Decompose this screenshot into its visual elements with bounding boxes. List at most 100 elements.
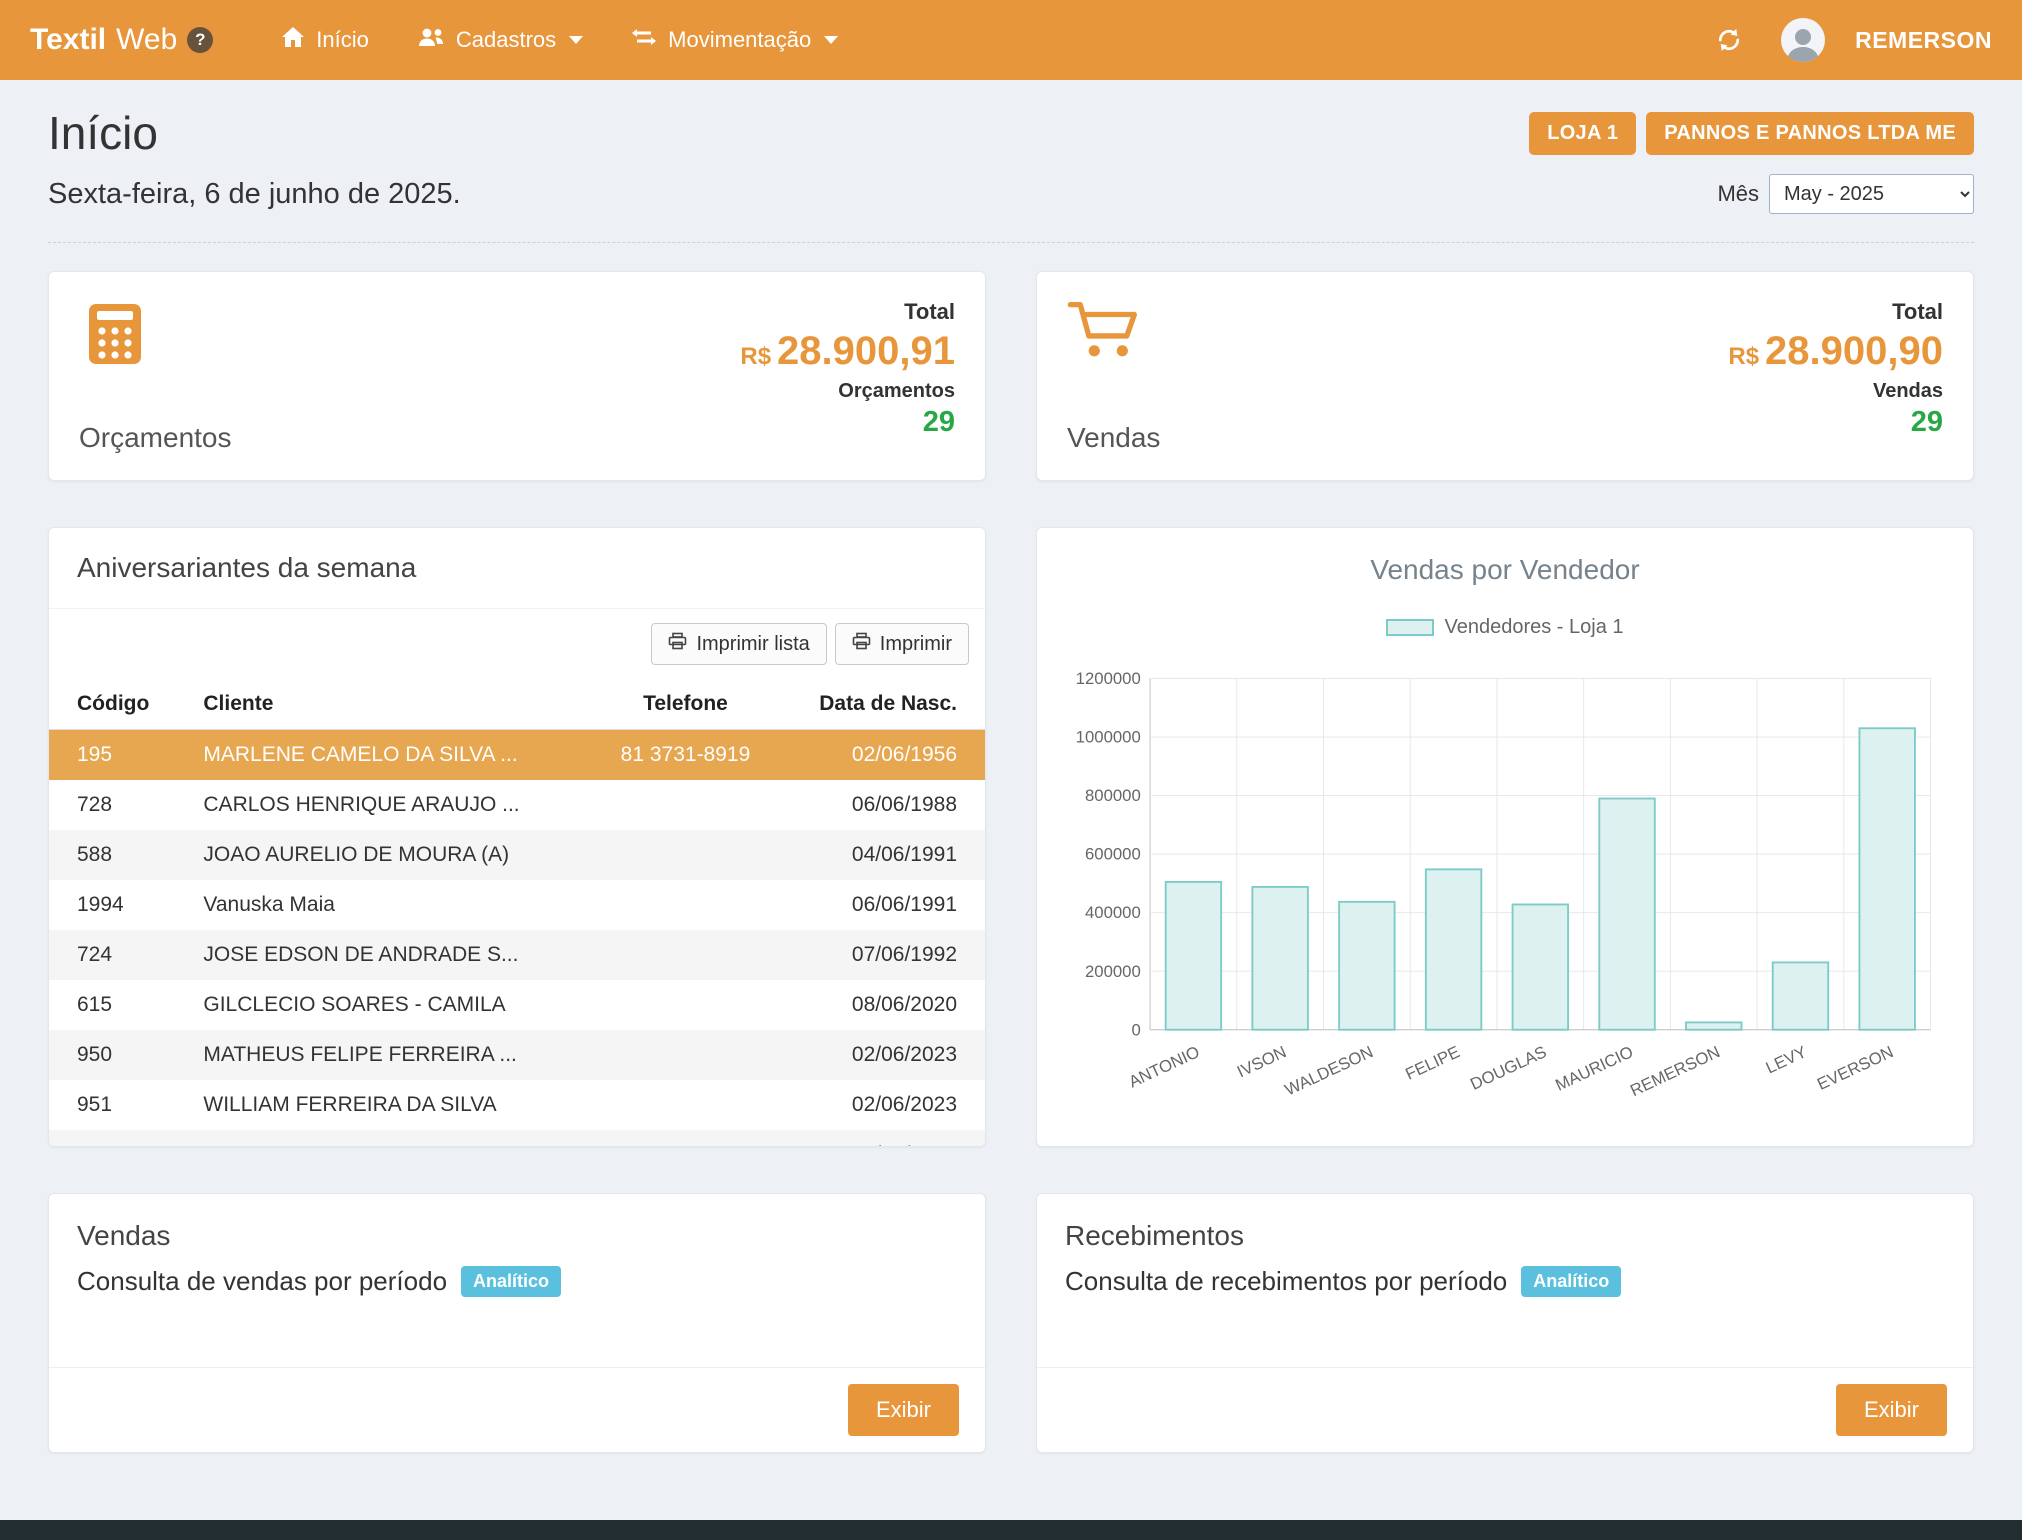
cell-cliente: CARLOS HENRIQUE ARAUJO ... bbox=[189, 780, 582, 830]
cell-nascimento: 06/06/1991 bbox=[788, 880, 985, 930]
cell-codigo: 724 bbox=[49, 930, 189, 980]
cell-telefone bbox=[583, 1080, 789, 1130]
svg-text:DOUGLAS: DOUGLAS bbox=[1467, 1042, 1549, 1094]
analitico-badge: Analítico bbox=[461, 1266, 561, 1297]
cell-codigo: 728 bbox=[49, 780, 189, 830]
current-date: Sexta-feira, 6 de junho de 2025. bbox=[48, 178, 461, 211]
cell-cliente: MARLENE CAMELO DA SILVA ... bbox=[189, 730, 582, 781]
company-button[interactable]: PANNOS E PANNOS LTDA ME bbox=[1646, 112, 1974, 155]
chart-title: Vendas por Vendedor bbox=[1370, 554, 1639, 586]
chart-card: Vendas por Vendedor Vendedores - Loja 1 … bbox=[1036, 527, 1974, 1147]
cell-telefone: 81 3731-8919 bbox=[583, 730, 789, 781]
cell-nascimento: 04/06/1991 bbox=[788, 830, 985, 880]
refresh-icon[interactable] bbox=[1707, 18, 1751, 62]
help-icon[interactable]: ? bbox=[187, 27, 213, 53]
nav-item-label: Cadastros bbox=[456, 27, 556, 53]
cell-telefone bbox=[583, 830, 789, 880]
cell-telefone bbox=[583, 1030, 789, 1080]
birthdays-table-body: 195 MARLENE CAMELO DA SILVA ... 81 3731-… bbox=[49, 730, 985, 1148]
table-row[interactable]: 950 MATHEUS FELIPE FERREIRA ... 02/06/20… bbox=[49, 1030, 985, 1080]
chevron-down-icon bbox=[569, 36, 583, 44]
table-row[interactable]: 588 JOAO AURELIO DE MOURA (A) 04/06/1991 bbox=[49, 830, 985, 880]
cell-telefone bbox=[583, 930, 789, 980]
table-row[interactable]: 1994 Vanuska Maia 06/06/1991 bbox=[49, 880, 985, 930]
summary-label: Orçamentos bbox=[79, 422, 232, 454]
cell-codigo: 950 bbox=[49, 1030, 189, 1080]
print-list-button[interactable]: Imprimir lista bbox=[651, 623, 826, 665]
cell-codigo: 587 bbox=[49, 1130, 189, 1147]
main-content: Início LOJA 1 PANNOS E PANNOS LTDA ME Se… bbox=[0, 80, 2022, 1483]
count-label: Vendas bbox=[1728, 379, 1943, 404]
col-codigo: Código bbox=[49, 679, 189, 730]
col-cliente: Cliente bbox=[189, 679, 582, 730]
table-row[interactable]: 615 GILCLECIO SOARES - CAMILA 08/06/2020 bbox=[49, 980, 985, 1030]
cell-telefone: 98297-6097 bbox=[583, 1130, 789, 1147]
nav-item-movimentacao[interactable]: Movimentação bbox=[607, 0, 862, 80]
chart-legend: Vendedores - Loja 1 bbox=[1386, 616, 1623, 639]
cell-nascimento: 06/06/1988 bbox=[788, 780, 985, 830]
cell-telefone bbox=[583, 980, 789, 1030]
table-row[interactable]: 724 JOSE EDSON DE ANDRADE S... 07/06/199… bbox=[49, 930, 985, 980]
cell-cliente: Vanuska Maia bbox=[189, 880, 582, 930]
svg-text:EVERSON: EVERSON bbox=[1814, 1042, 1896, 1094]
svg-text:400000: 400000 bbox=[1085, 903, 1141, 922]
cell-cliente: WILLIAM FERREIRA DA SILVA bbox=[189, 1080, 582, 1130]
svg-text:0: 0 bbox=[1131, 1020, 1140, 1039]
nav-item-cadastros[interactable]: Cadastros bbox=[393, 0, 607, 80]
nav-item-label: Movimentação bbox=[668, 27, 811, 53]
legend-swatch bbox=[1386, 619, 1434, 636]
vendas-action-card: Vendas Consulta de vendas por período An… bbox=[48, 1193, 986, 1453]
printer-icon bbox=[852, 632, 871, 656]
page-footer bbox=[0, 1520, 2022, 1540]
navbar-right: REMERSON bbox=[1707, 0, 1992, 80]
brand-bold: Textil bbox=[30, 23, 106, 57]
brand[interactable]: TextilWeb ? bbox=[30, 0, 213, 80]
recebimentos-action-card: Recebimentos Consulta de recebimentos po… bbox=[1036, 1193, 1974, 1453]
birthdays-card: Aniversariantes da semana Imprimir lista… bbox=[48, 527, 986, 1147]
cell-nascimento: 05/06/2023 bbox=[788, 1130, 985, 1147]
table-row[interactable]: 195 MARLENE CAMELO DA SILVA ... 81 3731-… bbox=[49, 730, 985, 781]
count-value: 29 bbox=[740, 404, 955, 440]
birthdays-title: Aniversariantes da semana bbox=[49, 528, 985, 609]
svg-text:200000: 200000 bbox=[1085, 962, 1141, 981]
svg-text:1000000: 1000000 bbox=[1076, 728, 1141, 747]
svg-text:1200000: 1200000 bbox=[1076, 669, 1141, 688]
total-label: Total bbox=[1728, 298, 1943, 326]
cell-cliente: JOSE EDSON DE ANDRADE S... bbox=[189, 930, 582, 980]
svg-text:WALDESON: WALDESON bbox=[1282, 1042, 1376, 1099]
table-row[interactable]: 728 CARLOS HENRIQUE ARAUJO ... 06/06/198… bbox=[49, 780, 985, 830]
birthdays-table: Código Cliente Telefone Data de Nasc. 19… bbox=[49, 679, 985, 1147]
nav-item-inicio[interactable]: Início bbox=[257, 0, 393, 80]
svg-text:LEVY: LEVY bbox=[1763, 1042, 1810, 1077]
user-menu[interactable]: REMERSON bbox=[1855, 27, 1992, 54]
total-label: Total bbox=[740, 298, 955, 326]
card-title: Recebimentos bbox=[1037, 1194, 1973, 1258]
card-title: Vendas bbox=[49, 1194, 985, 1258]
cell-nascimento: 07/06/1992 bbox=[788, 930, 985, 980]
svg-text:REMERSON: REMERSON bbox=[1627, 1042, 1723, 1100]
cell-telefone bbox=[583, 880, 789, 930]
month-select[interactable]: May - 2025 bbox=[1769, 174, 1974, 214]
svg-text:FELIPE: FELIPE bbox=[1402, 1042, 1462, 1084]
card-description: Consulta de recebimentos por período bbox=[1065, 1266, 1507, 1297]
cell-codigo: 1994 bbox=[49, 880, 189, 930]
print-button[interactable]: Imprimir bbox=[835, 623, 969, 665]
count-value: 29 bbox=[1728, 404, 1943, 440]
cart-icon bbox=[1067, 298, 1160, 369]
table-row[interactable]: 951 WILLIAM FERREIRA DA SILVA 02/06/2023 bbox=[49, 1080, 985, 1130]
legend-label: Vendedores - Loja 1 bbox=[1444, 616, 1623, 639]
table-row[interactable]: 587 JULIANA LIMA DE ANDRADE 98297-6097 0… bbox=[49, 1130, 985, 1147]
cell-codigo: 588 bbox=[49, 830, 189, 880]
exibir-recebimentos-button[interactable]: Exibir bbox=[1836, 1384, 1947, 1436]
vendas-por-vendedor-chart: 020000040000060000080000010000001200000A… bbox=[1059, 645, 1951, 1132]
cell-cliente: JULIANA LIMA DE ANDRADE bbox=[189, 1130, 582, 1147]
count-label: Orçamentos bbox=[740, 379, 955, 404]
analitico-badge: Analítico bbox=[1521, 1266, 1621, 1297]
cell-codigo: 951 bbox=[49, 1080, 189, 1130]
svg-text:MAURICIO: MAURICIO bbox=[1552, 1042, 1636, 1095]
svg-text:ANTONIO: ANTONIO bbox=[1126, 1042, 1203, 1091]
store-button[interactable]: LOJA 1 bbox=[1529, 112, 1636, 155]
avatar[interactable] bbox=[1781, 18, 1825, 62]
nav-item-label: Início bbox=[316, 27, 369, 53]
exibir-vendas-button[interactable]: Exibir bbox=[848, 1384, 959, 1436]
